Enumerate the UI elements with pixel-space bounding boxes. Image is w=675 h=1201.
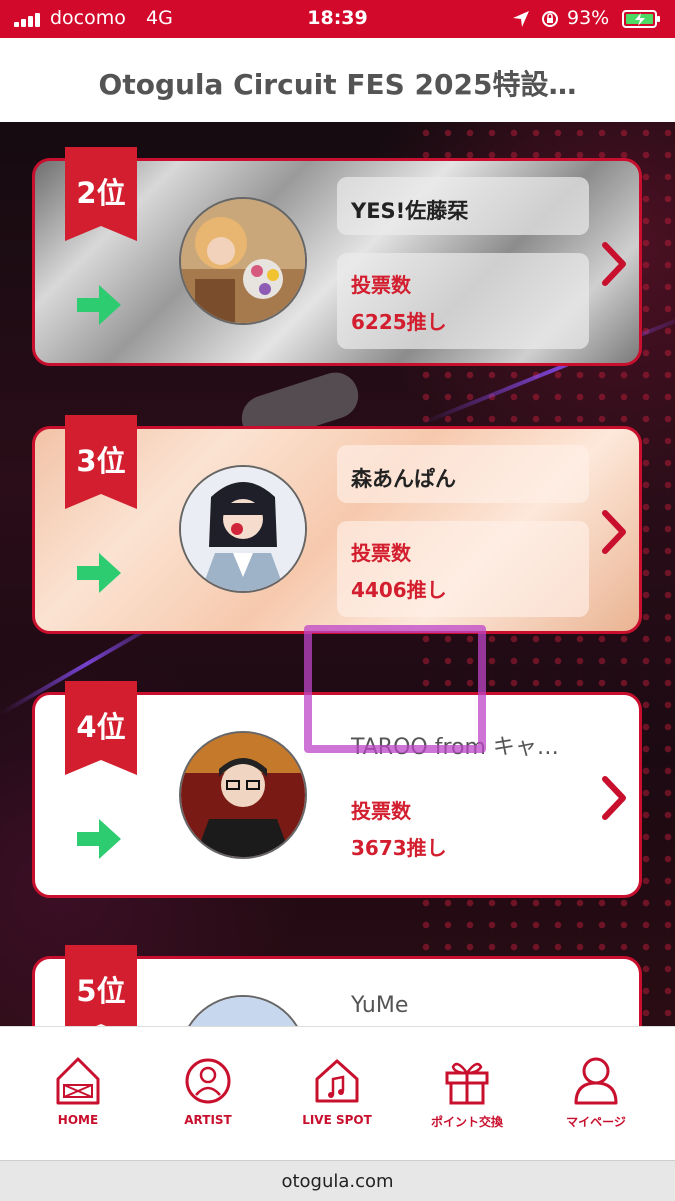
rank-badge: 4位 [65, 681, 137, 775]
tab-label: HOME [57, 1113, 99, 1127]
artist-name: YES!佐藤栞 [337, 177, 589, 235]
rank-badge: 2位 [65, 147, 137, 241]
tab-live-spot[interactable]: LIVE SPOT [277, 1055, 397, 1127]
url-text: otogula.com [281, 1171, 394, 1192]
bottom-tab-bar: HOME ARTIST LIVE SPOT ポイント交換 マイページ [0, 1026, 675, 1161]
chevron-right-icon[interactable] [601, 509, 629, 555]
music-house-icon [315, 1059, 359, 1103]
page-header: Otogula Circuit FES 2025特設… [0, 38, 675, 122]
ranking-list[interactable]: 2位 YES!佐藤栞 投票数 6225推し 3位 森あんぱん 投票数 4406推… [0, 122, 675, 1026]
person-icon [185, 1058, 231, 1104]
artist-avatar[interactable] [179, 731, 307, 859]
trend-right-arrow-icon [77, 553, 121, 593]
user-icon [574, 1057, 618, 1105]
vote-count-box: 投票数 6225推し [337, 253, 589, 349]
tab-artist[interactable]: ARTIST [148, 1055, 268, 1127]
tab-label: ARTIST [184, 1113, 232, 1127]
browser-url-bar[interactable]: otogula.com [0, 1160, 675, 1201]
rank-badge: 3位 [65, 415, 137, 509]
status-bar: docomo 4G 18:39 93% [0, 0, 675, 38]
artist-name: YuMe [351, 993, 409, 1018]
highlight-annotation [304, 625, 486, 753]
tab-my-page[interactable]: マイページ [536, 1055, 656, 1130]
vote-label: 投票数 [351, 273, 411, 297]
vote-count: 6225推し [351, 310, 447, 334]
artist-name: 森あんぱん [337, 445, 589, 503]
artist-avatar[interactable] [179, 197, 307, 325]
artist-avatar[interactable] [179, 465, 307, 593]
tab-label: マイページ [566, 1115, 626, 1129]
page-title: Otogula Circuit FES 2025特設… [98, 68, 577, 101]
rank-badge: 5位 [65, 945, 137, 1026]
tab-label: LIVE SPOT [302, 1113, 372, 1127]
trend-right-arrow-icon [77, 285, 121, 325]
vote-count-box: 投票数 4406推し [337, 521, 589, 617]
battery-charging-icon [622, 10, 660, 28]
battery-percent: 93% [567, 7, 610, 29]
vote-label: 投票数 [351, 799, 411, 823]
ranking-card[interactable]: 3位 森あんぱん 投票数 4406推し [32, 415, 642, 634]
gift-icon [445, 1062, 489, 1105]
trend-right-arrow-icon [77, 819, 121, 859]
chevron-right-icon[interactable] [601, 241, 629, 287]
rotation-lock-icon [542, 11, 558, 27]
ranking-card[interactable]: 5位 YuMe [32, 945, 642, 1026]
location-icon [513, 11, 529, 27]
artist-avatar[interactable] [179, 995, 307, 1026]
tab-point-exchange[interactable]: ポイント交換 [407, 1055, 527, 1130]
vote-count-box: 投票数 3673推し [337, 779, 589, 875]
chevron-right-icon[interactable] [601, 775, 629, 821]
tab-home[interactable]: HOME [18, 1055, 138, 1127]
ranking-card[interactable]: 2位 YES!佐藤栞 投票数 6225推し [32, 147, 642, 366]
vote-count: 3673推し [351, 836, 447, 860]
vote-label: 投票数 [351, 541, 411, 565]
vote-count: 4406推し [351, 578, 447, 602]
home-icon [56, 1057, 100, 1105]
tab-label: ポイント交換 [430, 1115, 503, 1129]
